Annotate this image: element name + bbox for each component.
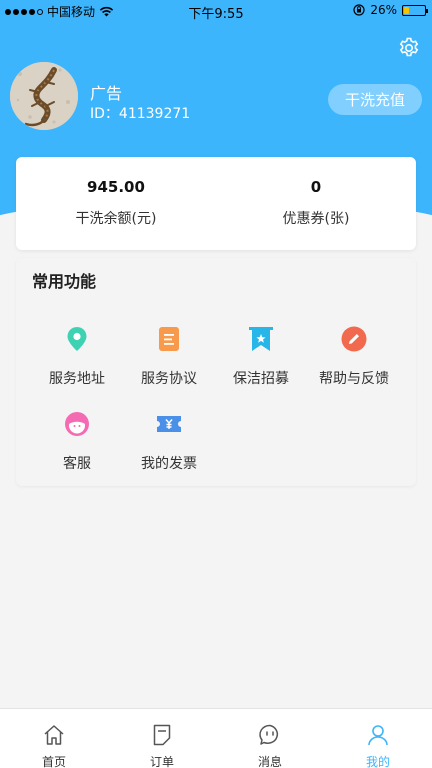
function-customer-service[interactable]: 客服 (31, 411, 123, 481)
tab-home[interactable]: 首页 (0, 709, 108, 768)
avatar[interactable] (10, 62, 78, 130)
document-icon (159, 327, 179, 351)
tab-mine[interactable]: 我的 (324, 709, 432, 768)
function-cleaner-recruit[interactable]: 保洁招募 (215, 326, 307, 396)
common-functions-card: 常用功能 服务地址 服务协议 保洁招募 帮助与反馈 客服 我的发票 (16, 258, 416, 486)
tab-label: 消息 (257, 755, 282, 768)
rotation-lock-icon (353, 4, 365, 16)
recharge-button[interactable]: 干洗充值 (328, 84, 422, 115)
balance-label: 干洗余额(元) (75, 211, 157, 227)
function-service-address[interactable]: 服务地址 (31, 326, 123, 396)
balance-card: 945.00 干洗余额(元) 0 优惠券(张) (16, 157, 416, 250)
my-profile-page: 中国移动 下午9:55 26% 广告 ID：41139271 干洗充值 945.… (0, 0, 432, 768)
customer-service-icon (65, 412, 89, 436)
tab-label: 订单 (149, 755, 174, 768)
pencil-icon (341, 326, 367, 352)
function-my-invoice[interactable]: 我的发票 (123, 411, 215, 481)
common-functions-title: 常用功能 (32, 272, 97, 291)
battery-percent: 26% (370, 3, 397, 17)
avatar-lizard-image (10, 62, 78, 130)
settings-gear-icon[interactable] (397, 36, 421, 60)
function-label: 服务协议 (141, 371, 197, 387)
function-label: 客服 (63, 456, 91, 472)
tab-messages[interactable]: 消息 (216, 709, 324, 768)
function-label: 服务地址 (49, 371, 105, 387)
tab-orders[interactable]: 订单 (108, 709, 216, 768)
status-right: 26% (353, 3, 428, 17)
battery-level (404, 6, 410, 14)
balance-amount: 945.00 (87, 178, 145, 196)
function-service-agreement[interactable]: 服务协议 (123, 326, 215, 396)
coupon-stat[interactable]: 0 优惠券(张) (216, 157, 416, 228)
home-icon (44, 725, 64, 745)
status-bar: 中国移动 下午9:55 26% (0, 0, 432, 22)
location-icon (67, 327, 87, 351)
invoice-ticket-icon (157, 416, 181, 432)
function-help-feedback[interactable]: 帮助与反馈 (308, 326, 400, 396)
user-name: 广告 (90, 84, 123, 103)
function-label: 我的发票 (141, 456, 197, 472)
balance-stat[interactable]: 945.00 干洗余额(元) (16, 157, 216, 228)
user-icon (368, 725, 388, 746)
function-label: 保洁招募 (233, 371, 289, 387)
user-id: ID：41139271 (90, 106, 191, 122)
tab-label: 首页 (41, 755, 66, 768)
tab-label: 我的 (365, 755, 390, 768)
order-icon (153, 724, 171, 746)
battery-icon (402, 4, 428, 16)
coupon-label: 优惠券(张) (282, 211, 350, 227)
bookmark-star-icon (249, 327, 273, 351)
coupon-count: 0 (310, 178, 322, 196)
function-label: 帮助与反馈 (319, 371, 389, 387)
message-icon (259, 724, 279, 745)
bottom-tab-bar: 首页 订单 消息 我的 (0, 708, 432, 768)
